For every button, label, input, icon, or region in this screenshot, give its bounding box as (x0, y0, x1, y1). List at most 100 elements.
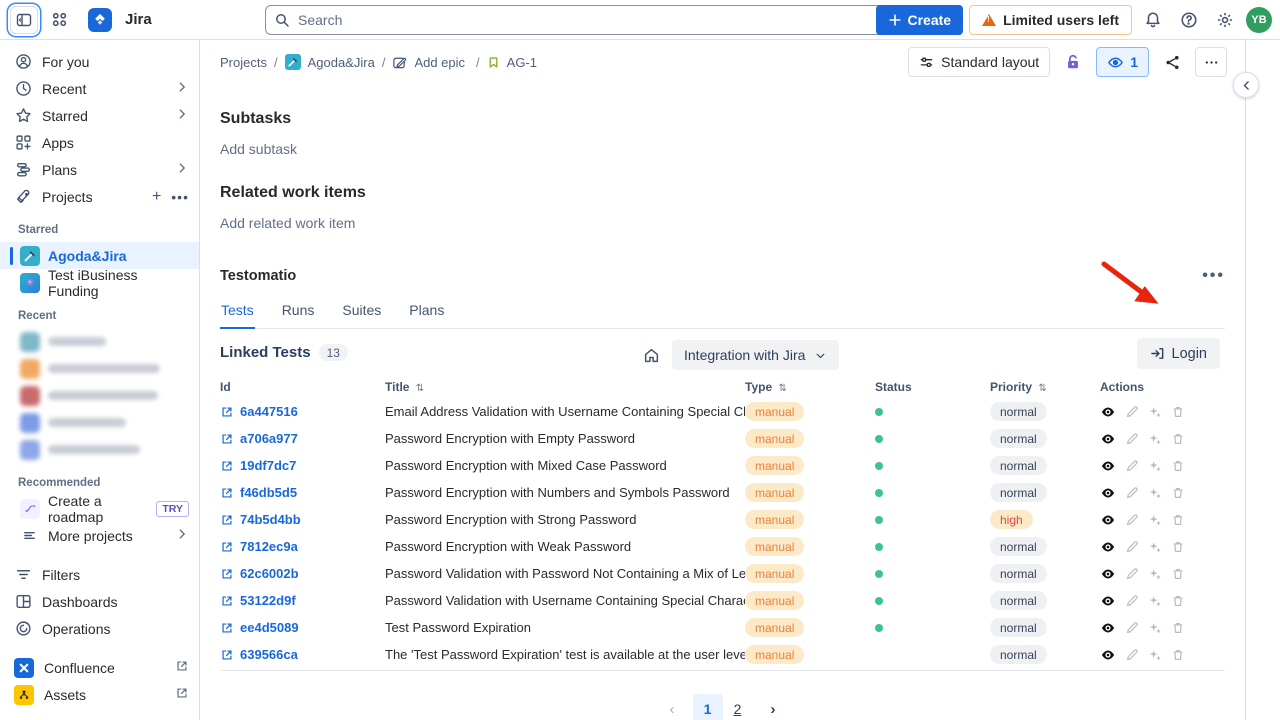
delete-test-button[interactable] (1171, 621, 1185, 635)
recent-item-redacted[interactable] (0, 328, 199, 355)
add-project-button[interactable]: + (152, 188, 161, 206)
ai-sparkle-button[interactable] (1148, 621, 1162, 635)
prev-page-button[interactable]: ‹ (662, 697, 683, 720)
notifications-button[interactable] (1138, 5, 1168, 35)
home-icon[interactable] (643, 347, 660, 364)
test-id-link[interactable]: ee4d5089 (220, 620, 385, 635)
view-test-button[interactable] (1100, 485, 1116, 501)
delete-test-button[interactable] (1171, 432, 1185, 446)
share-button[interactable] (1157, 47, 1187, 77)
project-dropdown[interactable]: Integration with Jira (672, 340, 839, 370)
tab-suites[interactable]: Suites (341, 298, 382, 329)
breadcrumb-projects[interactable]: Projects (220, 55, 267, 70)
expand-panel-button[interactable] (1233, 72, 1259, 98)
delete-test-button[interactable] (1171, 567, 1185, 581)
recent-item-redacted[interactable] (0, 382, 199, 409)
login-button[interactable]: Login (1137, 338, 1220, 369)
add-related-work-item-link[interactable]: Add related work item (220, 215, 1225, 231)
ai-sparkle-button[interactable] (1148, 513, 1162, 527)
recent-item-redacted[interactable] (0, 409, 199, 436)
sidebar-item-create-roadmap[interactable]: Create a roadmap TRY (0, 495, 199, 522)
sidebar-item-recent[interactable]: Recent (0, 75, 199, 102)
sidebar-item-filters[interactable]: Filters (0, 561, 199, 588)
edit-test-button[interactable] (1125, 567, 1139, 581)
recent-item-redacted[interactable] (0, 436, 199, 463)
ai-sparkle-button[interactable] (1148, 567, 1162, 581)
tab-tests[interactable]: Tests (220, 298, 255, 329)
column-header-type[interactable]: Type ⇅ (745, 380, 875, 394)
panel-more-button[interactable]: ••• (1202, 267, 1225, 285)
edit-test-button[interactable] (1125, 405, 1139, 419)
delete-test-button[interactable] (1171, 648, 1185, 662)
breadcrumb-add-epic[interactable]: Add epic (414, 55, 465, 70)
ai-sparkle-button[interactable] (1148, 432, 1162, 446)
page-button-2[interactable]: 2 (723, 694, 753, 720)
view-test-button[interactable] (1100, 458, 1116, 474)
sidebar-item-for-you[interactable]: For you (0, 48, 199, 75)
create-button[interactable]: Create (876, 5, 963, 35)
settings-button[interactable] (1210, 5, 1240, 35)
ai-sparkle-button[interactable] (1148, 540, 1162, 554)
breadcrumb-project[interactable]: Agoda&Jira (308, 55, 375, 70)
test-id-link[interactable]: 53122d9f (220, 593, 385, 608)
view-test-button[interactable] (1100, 539, 1116, 555)
test-id-link[interactable]: 74b5d4bb (220, 512, 385, 527)
ai-sparkle-button[interactable] (1148, 486, 1162, 500)
sidebar-item-dashboards[interactable]: Dashboards (0, 588, 199, 615)
test-id-link[interactable]: a706a977 (220, 431, 385, 446)
sidebar-item-starred[interactable]: Starred (0, 102, 199, 129)
page-button-1[interactable]: 1 (693, 694, 723, 720)
recent-item-redacted[interactable] (0, 355, 199, 382)
breadcrumb-issue-key[interactable]: AG-1 (507, 55, 537, 70)
view-test-button[interactable] (1100, 431, 1116, 447)
edit-test-button[interactable] (1125, 540, 1139, 554)
user-avatar[interactable]: YB (1246, 7, 1272, 33)
view-test-button[interactable] (1100, 566, 1116, 582)
help-button[interactable] (1174, 5, 1204, 35)
column-header-priority[interactable]: Priority ⇅ (990, 380, 1100, 394)
sidebar-item-plans[interactable]: Plans (0, 156, 199, 183)
more-actions-button[interactable] (1195, 47, 1227, 77)
edit-test-button[interactable] (1125, 594, 1139, 608)
edit-test-button[interactable] (1125, 459, 1139, 473)
sidebar-toggle-button[interactable] (10, 6, 38, 34)
test-id-link[interactable]: f46db5d5 (220, 485, 385, 500)
edit-test-button[interactable] (1125, 432, 1139, 446)
delete-test-button[interactable] (1171, 540, 1185, 554)
ai-sparkle-button[interactable] (1148, 459, 1162, 473)
column-header-title[interactable]: Title ⇅ (385, 380, 745, 394)
test-id-link[interactable]: 639566ca (220, 647, 385, 662)
test-id-link[interactable]: 62c6002b (220, 566, 385, 581)
unlock-button[interactable] (1058, 47, 1088, 77)
delete-test-button[interactable] (1171, 594, 1185, 608)
limited-users-button[interactable]: Limited users left (969, 5, 1132, 35)
next-page-button[interactable]: › (763, 697, 784, 720)
sidebar-item-projects[interactable]: Projects+ ••• (0, 183, 199, 210)
delete-test-button[interactable] (1171, 405, 1185, 419)
tab-plans[interactable]: Plans (408, 298, 445, 329)
edit-test-button[interactable] (1125, 621, 1139, 635)
edit-test-button[interactable] (1125, 648, 1139, 662)
projects-more-button[interactable]: ••• (171, 189, 189, 205)
add-subtask-link[interactable]: Add subtask (220, 141, 1225, 157)
app-switcher-button[interactable] (44, 5, 74, 35)
test-id-link[interactable]: 7812ec9a (220, 539, 385, 554)
delete-test-button[interactable] (1171, 513, 1185, 527)
ai-sparkle-button[interactable] (1148, 405, 1162, 419)
test-id-link[interactable]: 6a447516 (220, 404, 385, 419)
delete-test-button[interactable] (1171, 459, 1185, 473)
sidebar-item-assets[interactable]: Assets (0, 681, 199, 708)
tab-runs[interactable]: Runs (281, 298, 316, 329)
edit-test-button[interactable] (1125, 486, 1139, 500)
ai-sparkle-button[interactable] (1148, 648, 1162, 662)
delete-test-button[interactable] (1171, 486, 1185, 500)
sidebar-item-confluence[interactable]: Confluence (0, 654, 199, 681)
view-test-button[interactable] (1100, 620, 1116, 636)
view-test-button[interactable] (1100, 647, 1116, 663)
test-id-link[interactable]: 19df7dc7 (220, 458, 385, 473)
sidebar-item-operations[interactable]: Operations (0, 615, 199, 642)
standard-layout-button[interactable]: Standard layout (908, 47, 1050, 77)
watchers-button[interactable]: 1 (1096, 47, 1149, 77)
view-test-button[interactable] (1100, 404, 1116, 420)
sidebar-project-ibusiness[interactable]: Test iBusiness Funding (0, 269, 199, 296)
